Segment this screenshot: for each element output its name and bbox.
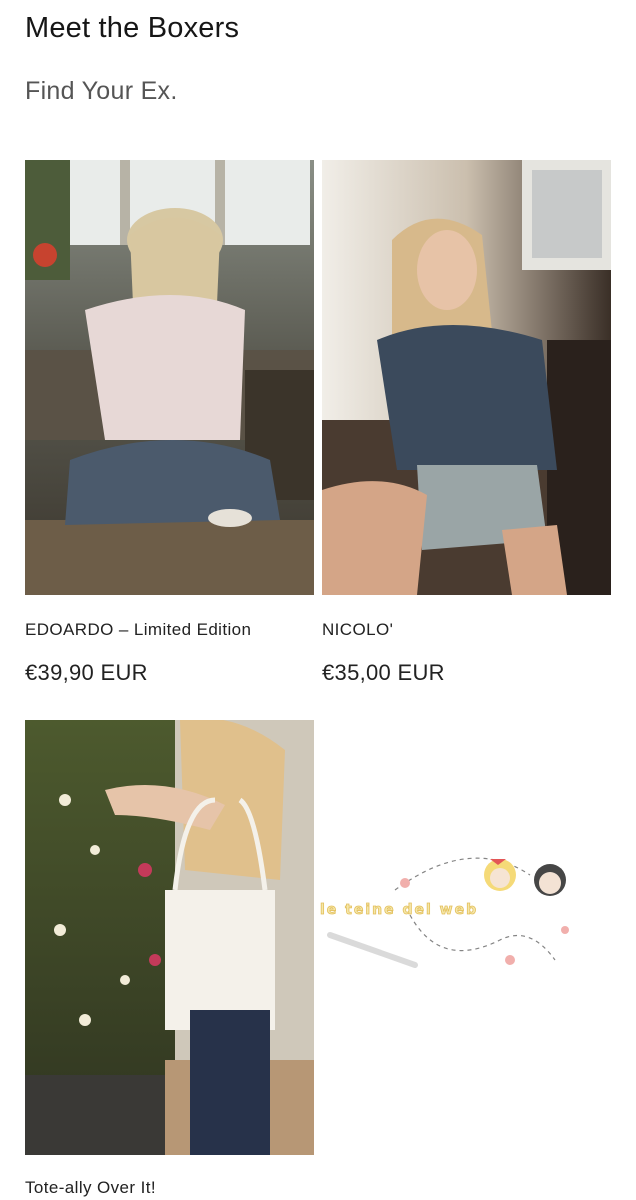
product-price-edoardo: €39,90 EUR: [25, 660, 148, 685]
product-image-edoardo[interactable]: [25, 160, 314, 595]
product-name-tote[interactable]: Tote-ally Over It!: [25, 1178, 156, 1198]
product-price-nicolo: €35,00 EUR: [322, 660, 445, 685]
product-image-nicolo[interactable]: [322, 160, 611, 595]
product-image-tote[interactable]: [25, 720, 314, 1155]
product-name-nicolo[interactable]: NICOLO': [322, 620, 393, 640]
watermark-logo: le teine del web: [300, 835, 590, 985]
collection-title: Meet the Boxers: [25, 12, 240, 44]
collection-subtitle: Find Your Ex.: [25, 77, 178, 105]
product-name-edoardo[interactable]: EDOARDO – Limited Edition: [25, 620, 251, 640]
watermark-logo-text: le teine del web: [320, 902, 479, 919]
